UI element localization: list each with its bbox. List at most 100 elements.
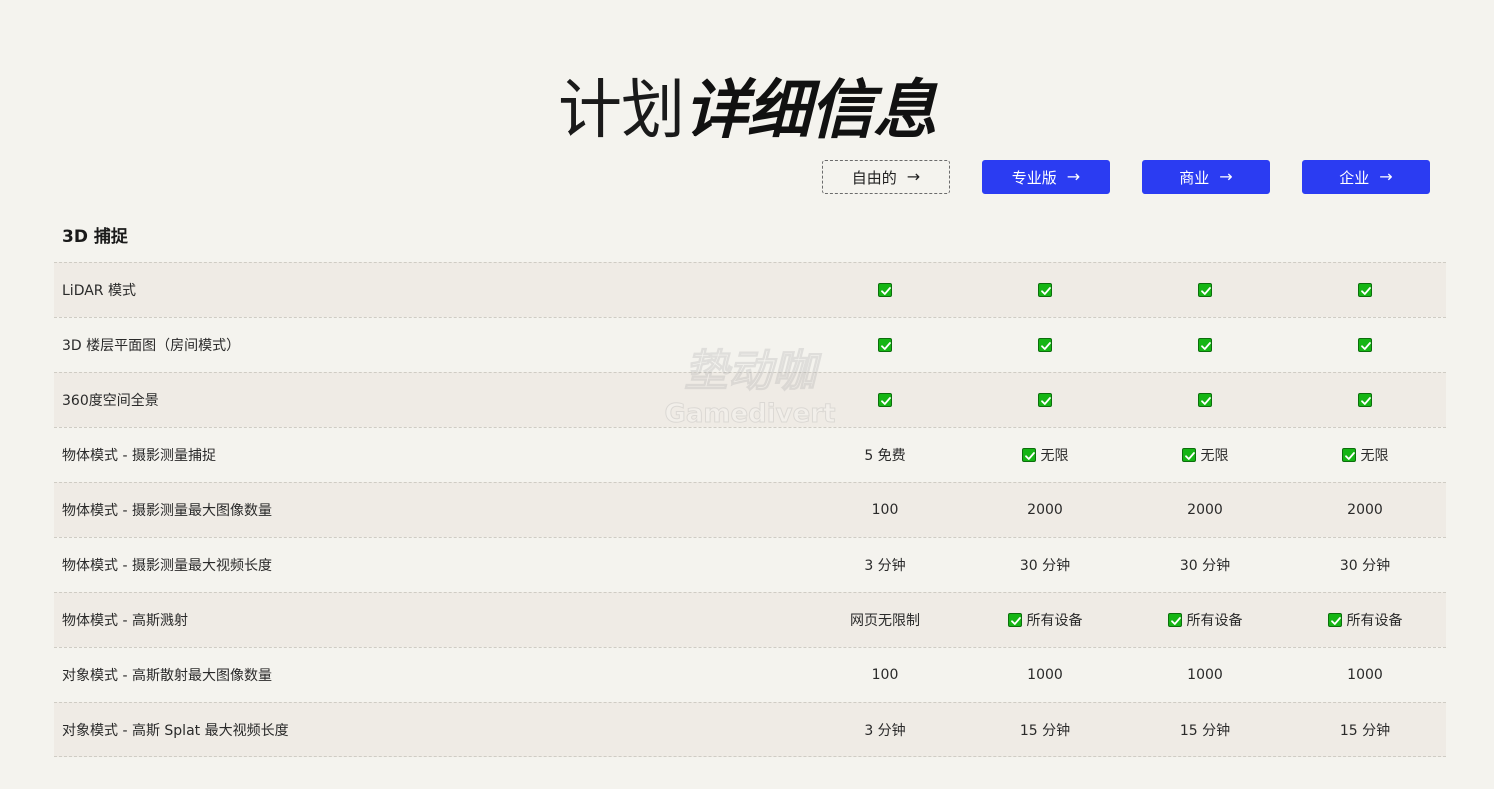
checkmark-icon xyxy=(1021,448,1036,462)
checkmark-icon xyxy=(1038,393,1052,407)
plan-cell xyxy=(1285,318,1445,372)
plan-button-label: 商业 xyxy=(1179,168,1210,187)
plan-cell: 15 分钟 xyxy=(1285,703,1445,756)
plan-cell: 所有设备 xyxy=(1125,593,1285,647)
plan-cell: 1000 xyxy=(965,648,1125,702)
cell-value: 2000 xyxy=(1187,502,1223,518)
plan-cell xyxy=(965,373,1125,427)
arrow-right-icon: → xyxy=(1219,167,1233,186)
page-title-bold: 详细信息 xyxy=(684,73,937,148)
arrow-right-icon: → xyxy=(1379,167,1393,186)
plan-button-3[interactable]: 企业 → xyxy=(1302,160,1430,194)
plan-cell: 15 分钟 xyxy=(1125,703,1285,756)
plan-cell: 30 分钟 xyxy=(965,538,1125,592)
checkmark-icon xyxy=(1198,338,1212,352)
plan-cell xyxy=(965,318,1125,372)
checkmark-icon xyxy=(878,338,892,352)
checkmark-icon xyxy=(878,393,892,407)
plan-cell xyxy=(1125,373,1285,427)
plan-cell: 30 分钟 xyxy=(1285,538,1445,592)
cell-value: 30 分钟 xyxy=(1019,558,1071,574)
feature-label: 物体模式 - 摄影测量最大图像数量 xyxy=(62,503,272,519)
checkmark-icon xyxy=(1038,338,1052,352)
page-title-light: 计划 xyxy=(558,73,685,148)
plan-cell: 无限 xyxy=(1125,428,1285,482)
cell-value: 1000 xyxy=(1027,667,1063,683)
cell-value: 所有设备 xyxy=(1186,613,1243,629)
checkmark-icon xyxy=(1358,393,1372,407)
plan-cell xyxy=(805,373,965,427)
cell-value: 无限 xyxy=(1040,448,1069,464)
plan-cell: 3 分钟 xyxy=(805,538,965,592)
feature-label: 物体模式 - 摄影测量最大视频长度 xyxy=(62,558,272,574)
table-row: 物体模式 - 摄影测量最大视频长度 3 分钟 30 分钟 30 分钟 30 分钟 xyxy=(54,537,1446,592)
cell-value: 3 分钟 xyxy=(864,722,906,739)
checkmark-icon xyxy=(1358,283,1372,297)
cell-value: 5 免费 xyxy=(864,448,906,464)
checkmark-icon xyxy=(1181,448,1196,462)
plan-cell xyxy=(805,263,965,317)
cell-value: 2000 xyxy=(1027,502,1063,518)
cell-value: 所有设备 xyxy=(1346,613,1403,629)
cell-value: 15 分钟 xyxy=(1179,722,1231,739)
plan-button-label: 企业 xyxy=(1339,168,1370,187)
plan-button-label: 专业版 xyxy=(1011,168,1057,187)
plan-button-1[interactable]: 专业版 → xyxy=(982,160,1110,194)
feature-label: 物体模式 - 高斯溅射 xyxy=(62,613,188,629)
table-row: 物体模式 - 摄影测量捕捉 5 免费 无限 无限 无限 xyxy=(54,427,1446,482)
feature-table: LiDAR 模式 3D 楼层平面图（房间模式） 360度空间全景物体模式 - 摄影测… xyxy=(54,262,1446,757)
cell-value: 3 分钟 xyxy=(864,558,906,574)
plan-cell xyxy=(965,263,1125,317)
plan-cell: 网页无限制 xyxy=(805,593,965,647)
cell-value: 所有设备 xyxy=(1026,613,1083,629)
plan-cell: 无限 xyxy=(965,428,1125,482)
cell-value: 100 xyxy=(871,502,899,518)
checkmark-icon xyxy=(1198,283,1212,297)
table-row: 3D 楼层平面图（房间模式） xyxy=(54,317,1446,372)
plan-cell: 1000 xyxy=(1285,648,1445,702)
plan-button-label: 自由的 xyxy=(851,168,897,187)
plan-cell: 2000 xyxy=(1125,483,1285,537)
plan-cell: 30 分钟 xyxy=(1125,538,1285,592)
arrow-right-icon: → xyxy=(1066,167,1081,186)
plan-cell: 2000 xyxy=(1285,483,1445,537)
table-row: LiDAR 模式 xyxy=(54,262,1446,317)
checkmark-icon xyxy=(878,283,892,297)
plan-cell: 5 免费 xyxy=(805,428,965,482)
checkmark-icon xyxy=(1327,613,1342,627)
arrow-right-icon: → xyxy=(906,167,921,186)
checkmark-icon xyxy=(1341,448,1356,462)
checkmark-icon xyxy=(1167,613,1182,627)
cell-value: 30 分钟 xyxy=(1339,558,1391,574)
cell-value: 15 分钟 xyxy=(1019,722,1071,739)
plan-cell xyxy=(1125,263,1285,317)
feature-label: 360度空间全景 xyxy=(62,393,159,409)
feature-label: LiDAR 模式 xyxy=(62,283,136,299)
table-row: 360度空间全景 xyxy=(54,372,1446,427)
table-row: 物体模式 - 高斯溅射 网页无限制 所有设备 所有设备 所有设备 xyxy=(54,592,1446,647)
plan-cell: 2000 xyxy=(965,483,1125,537)
plan-cell: 15 分钟 xyxy=(965,703,1125,756)
checkmark-icon xyxy=(1038,283,1052,297)
cell-value: 100 xyxy=(871,667,899,683)
checkmark-icon xyxy=(1358,338,1372,352)
section-title: 3D 捕捉 xyxy=(62,227,128,247)
checkmark-icon xyxy=(1198,393,1212,407)
cell-value: 15 分钟 xyxy=(1339,722,1391,739)
cell-value: 2000 xyxy=(1347,502,1383,518)
plan-cell: 所有设备 xyxy=(1285,593,1445,647)
plan-cell: 100 xyxy=(805,648,965,702)
plan-cell: 100 xyxy=(805,483,965,537)
plan-cell xyxy=(805,318,965,372)
plan-button-2[interactable]: 商业 → xyxy=(1142,160,1270,194)
table-row: 对象模式 - 高斯散射最大图像数量 100 1000 1000 1000 xyxy=(54,647,1446,702)
plan-cell: 所有设备 xyxy=(965,593,1125,647)
table-row: 物体模式 - 摄影测量最大图像数量 100 2000 2000 2000 xyxy=(54,482,1446,537)
cell-value: 30 分钟 xyxy=(1179,558,1231,574)
plan-button-0[interactable]: 自由的 → xyxy=(822,160,950,194)
cell-value: 1000 xyxy=(1187,667,1223,683)
page-title: 计划详细信息 xyxy=(0,69,1494,153)
feature-label: 3D 楼层平面图（房间模式） xyxy=(62,338,241,354)
plan-cell: 1000 xyxy=(1125,648,1285,702)
feature-label: 物体模式 - 摄影测量捕捉 xyxy=(62,448,216,464)
